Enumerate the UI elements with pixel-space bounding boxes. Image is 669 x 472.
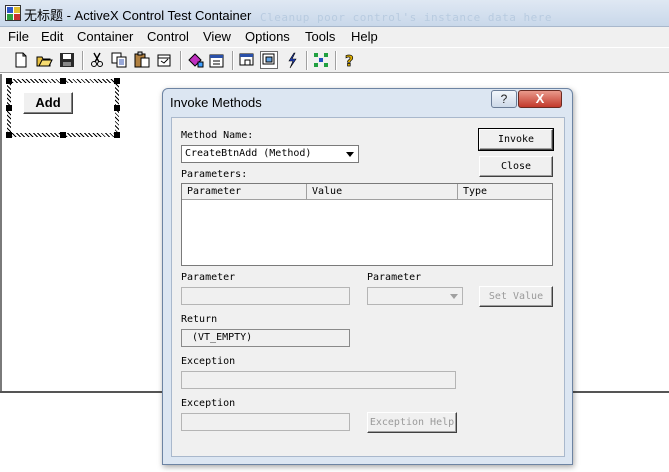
exception-label-2: Exception bbox=[181, 398, 236, 409]
paste-special-icon[interactable] bbox=[155, 51, 173, 69]
insert-control-icon[interactable] bbox=[186, 51, 204, 69]
resize-handle[interactable] bbox=[6, 132, 12, 138]
resize-handle[interactable] bbox=[60, 132, 66, 138]
menu-control[interactable]: Control bbox=[147, 29, 189, 44]
column-value[interactable]: Value bbox=[307, 184, 458, 200]
method-name-label: Method Name: bbox=[181, 130, 254, 141]
resize-handle[interactable] bbox=[6, 105, 12, 111]
new-icon[interactable] bbox=[12, 51, 30, 69]
parameter-value-field bbox=[181, 287, 350, 305]
dialog-close-button[interactable]: X bbox=[518, 90, 562, 108]
menu-file[interactable]: File bbox=[8, 29, 29, 44]
menu-tools[interactable]: Tools bbox=[305, 29, 335, 44]
properties-icon[interactable] bbox=[208, 51, 226, 69]
exception-field-1 bbox=[181, 371, 456, 389]
open-icon[interactable] bbox=[35, 51, 53, 69]
events-icon[interactable] bbox=[283, 51, 301, 69]
parameters-label: Parameters: bbox=[181, 169, 248, 180]
window-title: 无标题 - ActiveX Control Test Container bbox=[24, 8, 252, 23]
paste-icon[interactable] bbox=[133, 51, 151, 69]
method-name-value: CreateBtnAdd (Method) bbox=[185, 148, 312, 159]
toolbar: ? bbox=[0, 47, 669, 73]
title-bar: 无标题 - ActiveX Control Test Container Cle… bbox=[0, 0, 669, 27]
resize-handle[interactable] bbox=[60, 78, 66, 84]
help-icon[interactable]: ? bbox=[341, 51, 359, 71]
parameter-value-label: Parameter bbox=[181, 272, 236, 283]
menu-options[interactable]: Options bbox=[245, 29, 290, 44]
column-parameter[interactable]: Parameter bbox=[182, 184, 307, 200]
menu-bar: File Edit Container Control View Options… bbox=[0, 27, 669, 47]
parameters-list[interactable]: Parameter Value Type bbox=[181, 183, 553, 266]
ambient-icon[interactable] bbox=[312, 51, 330, 69]
resize-handle[interactable] bbox=[114, 105, 120, 111]
svg-text:?: ? bbox=[345, 52, 354, 69]
resize-handle[interactable] bbox=[114, 78, 120, 84]
chevron-down-icon bbox=[446, 288, 462, 304]
exception-label-1: Exception bbox=[181, 356, 236, 367]
menu-view[interactable]: View bbox=[203, 29, 231, 44]
parameters-list-header: Parameter Value Type bbox=[182, 184, 552, 200]
method-name-combo[interactable]: CreateBtnAdd (Method) bbox=[181, 145, 359, 163]
menu-container[interactable]: Container bbox=[77, 29, 133, 44]
exception-help-button: Exception Help bbox=[367, 412, 457, 433]
invoke-button[interactable]: Invoke bbox=[478, 128, 554, 151]
close-button[interactable]: Close bbox=[479, 156, 553, 177]
save-icon[interactable] bbox=[58, 51, 76, 69]
menu-help[interactable]: Help bbox=[351, 29, 378, 44]
background-ghost-text: Cleanup poor control's instance data her… bbox=[260, 11, 553, 24]
invoke-methods-icon[interactable] bbox=[238, 51, 256, 69]
app-icon bbox=[5, 5, 21, 21]
exception-field-2 bbox=[181, 413, 350, 431]
return-label: Return bbox=[181, 314, 218, 325]
copy-icon[interactable] bbox=[110, 51, 128, 69]
menu-edit[interactable]: Edit bbox=[41, 29, 63, 44]
parameter-type-combo bbox=[367, 287, 463, 305]
parameter-type-label: Parameter bbox=[367, 272, 422, 283]
return-value: (VT_EMPTY) bbox=[192, 332, 253, 343]
design-mode-icon[interactable] bbox=[260, 51, 278, 69]
set-value-button: Set Value bbox=[479, 286, 553, 307]
return-value-field: (VT_EMPTY) bbox=[181, 329, 350, 347]
resize-handle[interactable] bbox=[114, 132, 120, 138]
dialog-help-button[interactable]: ? bbox=[491, 90, 517, 108]
resize-handle[interactable] bbox=[6, 78, 12, 84]
dialog-title: Invoke Methods bbox=[170, 95, 262, 110]
column-type[interactable]: Type bbox=[458, 184, 552, 200]
chevron-down-icon[interactable] bbox=[342, 146, 358, 162]
cut-icon[interactable] bbox=[88, 51, 106, 69]
add-button[interactable]: Add bbox=[23, 92, 73, 114]
